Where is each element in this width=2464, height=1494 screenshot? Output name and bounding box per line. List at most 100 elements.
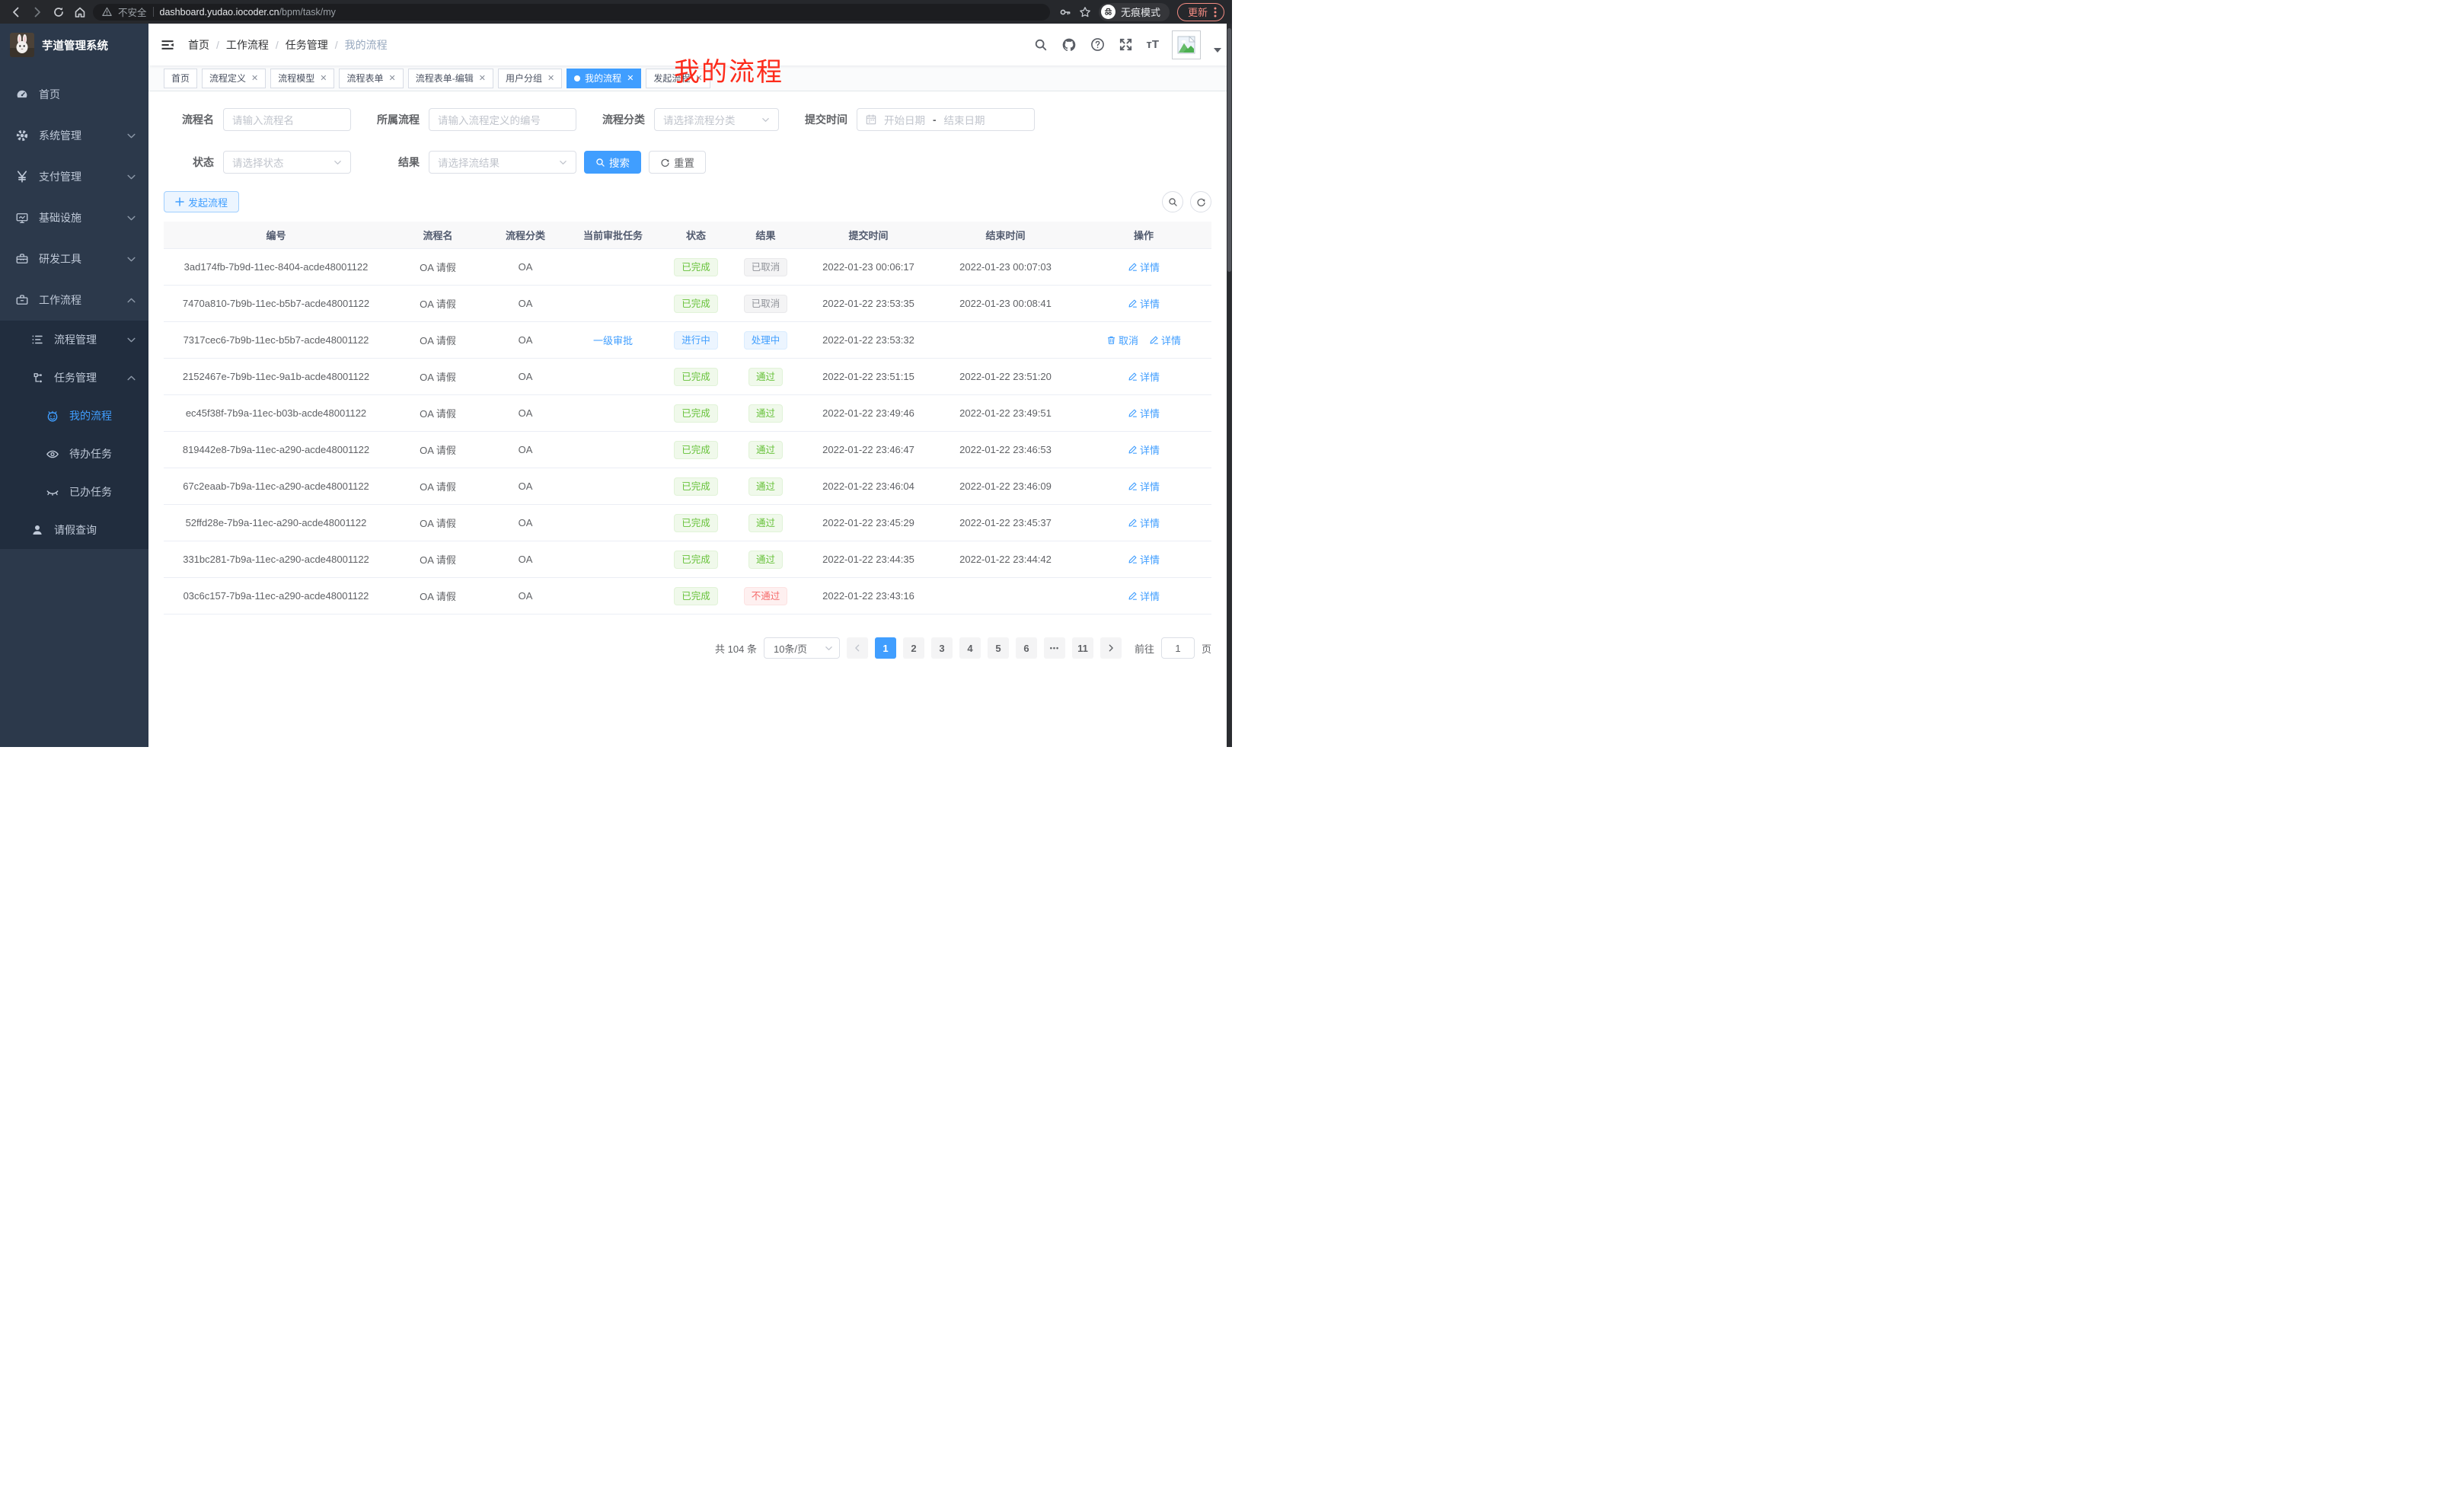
- result-select[interactable]: 请选择流结果: [429, 151, 576, 174]
- home-icon[interactable]: [72, 4, 88, 21]
- tab-首页[interactable]: 首页: [164, 69, 197, 88]
- process-definition-input[interactable]: 请输入流程定义的编号: [429, 108, 576, 131]
- fullscreen-icon[interactable]: [1118, 37, 1133, 53]
- detail-action-link[interactable]: 详情: [1128, 260, 1160, 274]
- detail-action-link[interactable]: 详情: [1128, 479, 1160, 493]
- detail-action-link[interactable]: 详情: [1128, 516, 1160, 530]
- date-separator: -: [933, 114, 937, 126]
- page-button-11[interactable]: 11: [1072, 637, 1093, 659]
- breadcrumb-item[interactable]: 首页: [188, 37, 209, 53]
- cell-result: 已取消: [729, 258, 802, 276]
- sidebar-item-briefcase[interactable]: 工作流程: [0, 279, 148, 321]
- detail-action-link[interactable]: 详情: [1128, 589, 1160, 603]
- cell-actions: 详情: [1076, 260, 1211, 274]
- sidebar-item-face[interactable]: 我的流程: [0, 397, 148, 435]
- detail-action-link[interactable]: 详情: [1128, 296, 1160, 311]
- reset-button[interactable]: 重置: [649, 151, 706, 174]
- cell-current-task[interactable]: 一级审批: [563, 333, 662, 347]
- reload-icon[interactable]: [50, 4, 67, 21]
- detail-action-link[interactable]: 详情: [1128, 369, 1160, 384]
- cell-id: 3ad174fb-7b9d-11ec-8404-acde48001122: [164, 261, 388, 273]
- show-search-toggle-button[interactable]: [1162, 191, 1183, 212]
- back-icon[interactable]: [8, 4, 24, 21]
- app-logo-row[interactable]: 芋道管理系统: [0, 24, 148, 66]
- detail-action-link[interactable]: 详情: [1149, 333, 1181, 347]
- cell-status: 已完成: [662, 368, 729, 386]
- tab-流程定义[interactable]: 流程定义✕: [202, 69, 266, 88]
- url-bar[interactable]: 不安全 dashboard.yudao.iocoder.cn/bpm/task/…: [93, 4, 1050, 21]
- cell-status: 已完成: [662, 295, 729, 313]
- prev-page-button[interactable]: [847, 637, 868, 659]
- page-button-4[interactable]: 4: [959, 637, 981, 659]
- gear-icon: [15, 129, 29, 142]
- font-size-icon[interactable]: тT: [1146, 38, 1159, 51]
- avatar-dropdown-caret[interactable]: [1214, 48, 1221, 53]
- page-size-select[interactable]: 10条/页: [764, 637, 840, 659]
- search-icon[interactable]: [1033, 37, 1048, 53]
- collapse-sidebar-icon[interactable]: [159, 37, 176, 53]
- tab-我的流程[interactable]: 我的流程✕: [567, 69, 641, 88]
- sidebar-item-monitor[interactable]: 基础设施: [0, 197, 148, 238]
- close-tab-icon[interactable]: ✕: [320, 73, 327, 83]
- sidebar-item-toolbox[interactable]: 研发工具: [0, 238, 148, 279]
- page-button-2[interactable]: 2: [903, 637, 924, 659]
- sidebar-item-flow[interactable]: 任务管理: [0, 359, 148, 397]
- column-header: 当前审批任务: [563, 228, 662, 242]
- close-tab-icon[interactable]: ✕: [627, 73, 634, 83]
- cell-submit-time: 2022-01-22 23:45:29: [802, 517, 935, 528]
- process-name-input[interactable]: 请输入流程名: [223, 108, 351, 131]
- category-select[interactable]: 请选择流程分类: [654, 108, 779, 131]
- pager-ellipsis[interactable]: •••: [1044, 637, 1065, 659]
- detail-action-link[interactable]: 详情: [1128, 442, 1160, 457]
- page-button-5[interactable]: 5: [988, 637, 1009, 659]
- detail-action-link[interactable]: 详情: [1128, 552, 1160, 567]
- page-scrollbar[interactable]: [1227, 24, 1232, 747]
- page-button-3[interactable]: 3: [931, 637, 953, 659]
- submit-time-range-picker[interactable]: 开始日期 - 结束日期: [857, 108, 1035, 131]
- browser-menu-icon[interactable]: [1214, 6, 1217, 18]
- github-icon[interactable]: [1061, 37, 1077, 53]
- cancel-action-link[interactable]: 取消: [1106, 333, 1138, 347]
- update-button[interactable]: 更新: [1177, 3, 1224, 21]
- forward-icon[interactable]: [29, 4, 46, 21]
- close-tab-icon[interactable]: ✕: [251, 73, 258, 83]
- close-tab-icon[interactable]: ✕: [389, 73, 396, 83]
- breadcrumb-item[interactable]: 任务管理: [286, 37, 328, 53]
- sidebar-item-label: 已办任务: [69, 484, 112, 500]
- detail-action-link[interactable]: 详情: [1128, 406, 1160, 420]
- cell-submit-time: 2022-01-23 00:06:17: [802, 261, 935, 273]
- key-icon[interactable]: [1059, 6, 1071, 18]
- list-icon: [30, 333, 44, 346]
- search-button[interactable]: 搜索: [584, 151, 641, 174]
- sidebar-item-eye-closed[interactable]: 已办任务: [0, 473, 148, 511]
- cell-end-time: 2022-01-22 23:51:20: [935, 371, 1076, 382]
- create-process-button[interactable]: 发起流程: [164, 191, 239, 212]
- sidebar-item-dashboard[interactable]: 首页: [0, 74, 148, 115]
- page-button-6[interactable]: 6: [1016, 637, 1037, 659]
- tab-用户分组[interactable]: 用户分组✕: [498, 69, 562, 88]
- sidebar-item-user[interactable]: 请假查询: [0, 511, 148, 549]
- refresh-table-button[interactable]: [1190, 191, 1211, 212]
- sidebar-item-yen[interactable]: 支付管理: [0, 156, 148, 197]
- trash-icon: [1106, 335, 1116, 345]
- help-icon[interactable]: [1090, 37, 1105, 53]
- sidebar-item-eye[interactable]: 待办任务: [0, 435, 148, 473]
- next-page-button[interactable]: [1100, 637, 1122, 659]
- close-tab-icon[interactable]: ✕: [479, 73, 486, 83]
- table-row: 52ffd28e-7b9a-11ec-a290-acde48001122OA 请…: [164, 505, 1211, 541]
- goto-page-input[interactable]: [1161, 637, 1195, 659]
- tab-流程表单-编辑[interactable]: 流程表单-编辑✕: [408, 69, 493, 88]
- cell-status: 已完成: [662, 404, 729, 423]
- breadcrumb-item[interactable]: 工作流程: [226, 37, 269, 53]
- sidebar-item-list[interactable]: 流程管理: [0, 321, 148, 359]
- bookmark-star-icon[interactable]: [1079, 6, 1091, 18]
- scrollbar-thumb[interactable]: [1227, 28, 1231, 272]
- close-tab-icon[interactable]: ✕: [547, 73, 554, 83]
- status-select[interactable]: 请选择状态: [223, 151, 351, 174]
- page-button-1[interactable]: 1: [875, 637, 896, 659]
- sidebar-item-gear[interactable]: 系统管理: [0, 115, 148, 156]
- tab-流程模型[interactable]: 流程模型✕: [270, 69, 334, 88]
- tab-流程表单[interactable]: 流程表单✕: [339, 69, 403, 88]
- avatar[interactable]: [1172, 30, 1201, 59]
- cell-submit-time: 2022-01-22 23:49:46: [802, 407, 935, 419]
